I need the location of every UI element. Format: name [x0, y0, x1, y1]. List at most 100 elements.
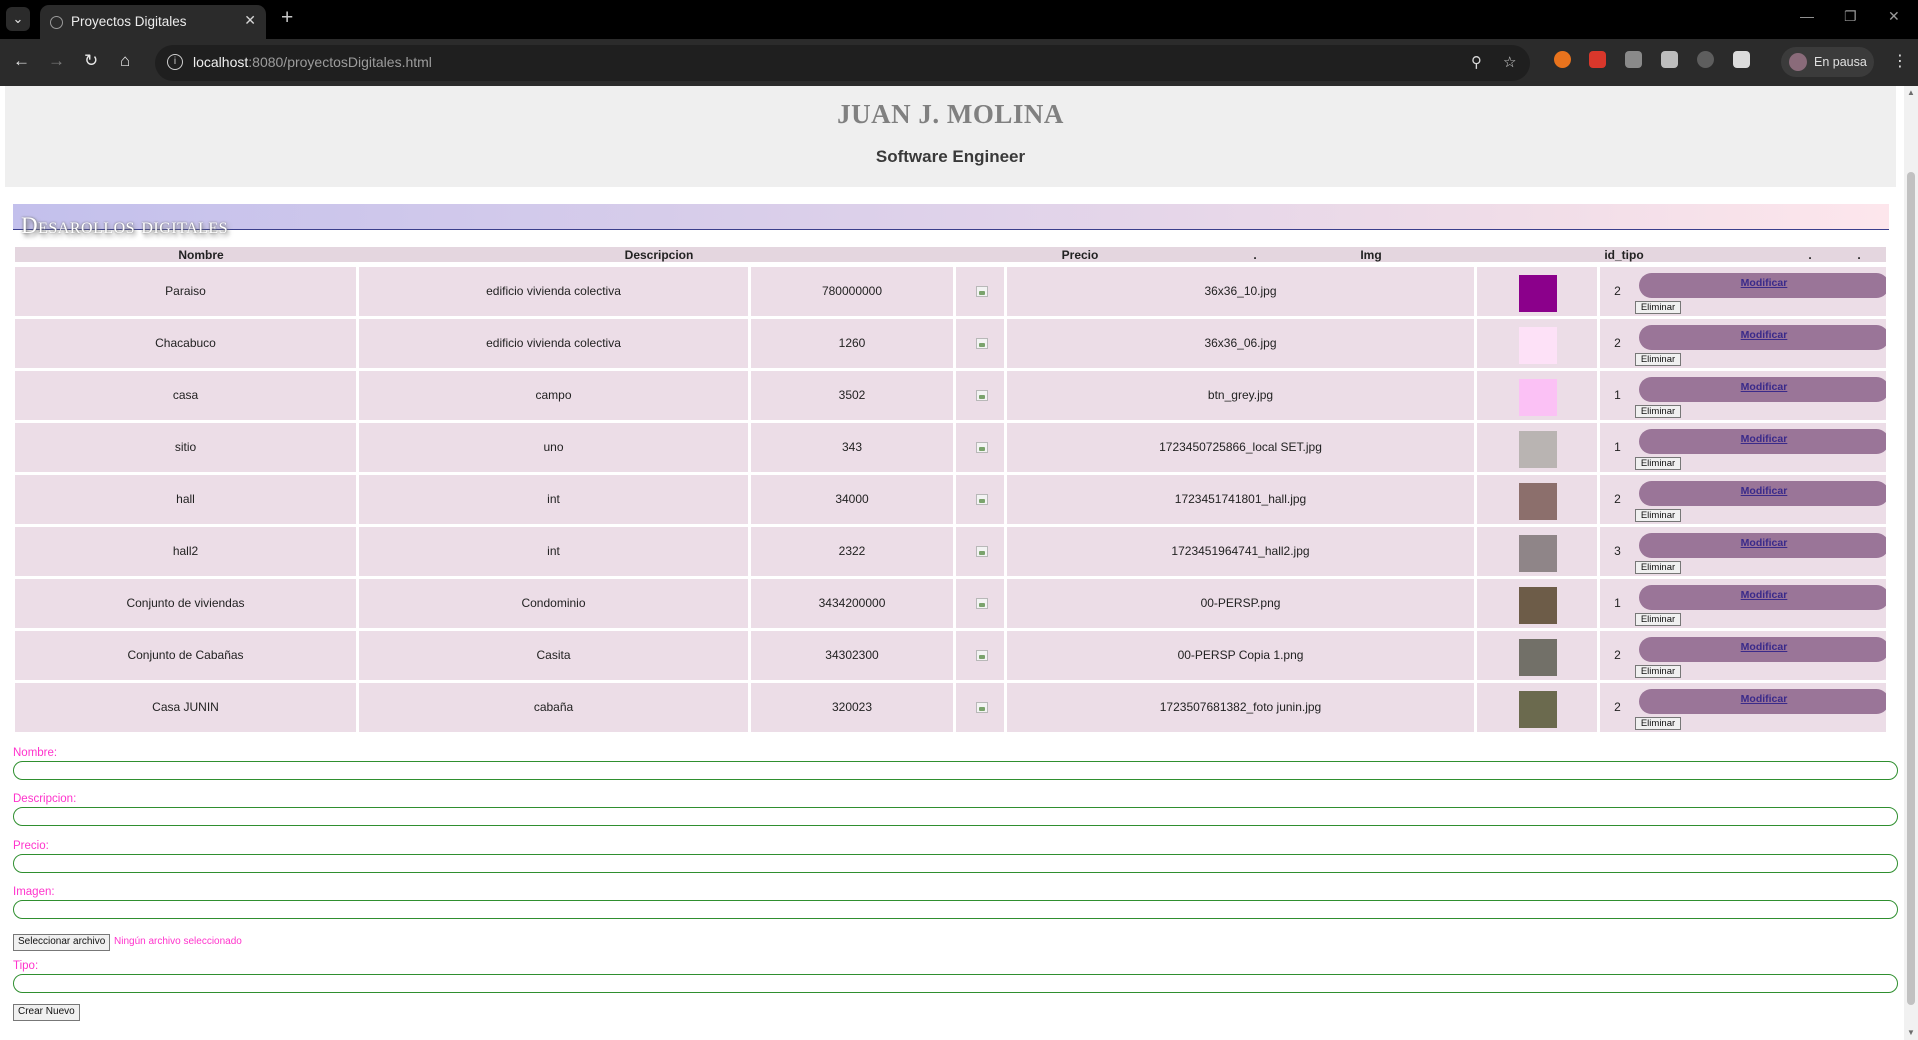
cell-actions: Modificar Eliminar [1635, 631, 1886, 680]
modify-button[interactable]: Modificar [1639, 481, 1886, 506]
file-status-text: Ningún archivo seleccionado [114, 936, 242, 947]
column-header-dot-2: . [1808, 248, 1812, 262]
site-info-icon[interactable]: i [167, 54, 183, 70]
cell-nombre: Chacabuco [15, 319, 356, 368]
delete-button[interactable]: Eliminar [1635, 665, 1681, 678]
extensions-puzzle-icon[interactable] [1733, 51, 1750, 68]
modify-button[interactable]: Modificar [1639, 533, 1886, 558]
restore-window-icon[interactable]: ❐ [1844, 8, 1857, 25]
cell-actions: Modificar Eliminar [1635, 267, 1886, 316]
cell-image-preview [956, 319, 1004, 368]
page-scrollbar[interactable]: ▲ ▼ [1904, 86, 1918, 1040]
forward-arrow-icon[interactable]: → [48, 51, 65, 71]
address-url[interactable]: localhost:8080/proyectosDigitales.html [193, 54, 432, 70]
descripcion-input[interactable] [13, 807, 1898, 826]
cell-nombre: Casa JUNIN [15, 683, 356, 732]
profile-button[interactable]: En pausa [1781, 47, 1874, 77]
scroll-up-arrow-icon[interactable]: ▲ [1907, 88, 1915, 97]
column-header-img: Img [1360, 248, 1382, 262]
cell-image-preview [956, 475, 1004, 524]
broken-image-icon [976, 286, 988, 297]
cell-nombre: Paraiso [15, 267, 356, 316]
extension-shield-icon[interactable] [1589, 51, 1606, 68]
table-header: Nombre Descripcion Precio . Img id_tipo … [15, 247, 1886, 262]
back-arrow-icon[interactable]: ← [13, 51, 30, 71]
delete-button[interactable]: Eliminar [1635, 613, 1681, 626]
cell-img-filename: 1723451741801_hall.jpg [1007, 475, 1474, 524]
extension-circle-icon[interactable] [1697, 51, 1714, 68]
delete-button[interactable]: Eliminar [1635, 717, 1681, 730]
tab-search-dropdown-icon[interactable]: ⌄ [6, 7, 30, 31]
cell-image-preview [956, 683, 1004, 732]
cell-thumbnail [1477, 319, 1597, 368]
table-row: sitio uno 343 1723450725866_local SET.jpg 1 M… [15, 423, 1886, 472]
cell-actions: Modificar Eliminar [1635, 319, 1886, 368]
cell-img-filename: btn_grey.jpg [1007, 371, 1474, 420]
cell-image-preview [956, 579, 1004, 628]
project-thumbnail [1519, 483, 1557, 520]
nombre-input[interactable] [13, 761, 1898, 780]
zoom-icon[interactable]: ⚲ [1471, 53, 1482, 71]
extension-rss-icon[interactable] [1554, 51, 1571, 68]
cell-id-tipo: 1 [1600, 579, 1635, 628]
delete-button[interactable]: Eliminar [1635, 405, 1681, 418]
cell-descripcion: edificio vivienda colectiva [359, 267, 748, 316]
precio-input[interactable] [13, 854, 1898, 873]
cell-actions: Modificar Eliminar [1635, 527, 1886, 576]
modify-button[interactable]: Modificar [1639, 273, 1886, 298]
reload-icon[interactable]: ↻ [84, 51, 98, 71]
choose-file-button[interactable]: Seleccionar archivo [13, 934, 111, 951]
modify-button[interactable]: Modificar [1639, 325, 1886, 350]
project-thumbnail [1519, 379, 1557, 416]
modify-button[interactable]: Modificar [1639, 429, 1886, 454]
scrollbar-thumb[interactable] [1907, 172, 1915, 1005]
imagen-input[interactable] [13, 900, 1898, 919]
modify-button[interactable]: Modificar [1639, 377, 1886, 402]
cell-image-preview [956, 371, 1004, 420]
browser-toolbar: ← → ↻ ⌂ i localhost:8080/proyectosDigita… [0, 39, 1918, 86]
extension-print-icon[interactable] [1661, 51, 1678, 68]
cell-img-filename: 36x36_06.jpg [1007, 319, 1474, 368]
new-tab-plus-icon[interactable]: + [281, 6, 293, 30]
column-header-dot-3: . [1857, 248, 1861, 262]
delete-button[interactable]: Eliminar [1635, 353, 1681, 366]
table-row: Conjunto de viviendas Condominio 343420000… [15, 579, 1886, 628]
create-new-button[interactable]: Crear Nuevo [13, 1004, 80, 1021]
close-window-icon[interactable]: ✕ [1888, 8, 1900, 25]
scroll-down-arrow-icon[interactable]: ▼ [1907, 1028, 1915, 1037]
table-row: Conjunto de Cabañas Casita 34302300 00-PERS… [15, 631, 1886, 680]
project-thumbnail [1519, 639, 1557, 676]
cell-id-tipo: 2 [1600, 319, 1635, 368]
page-viewport: JUAN J. MOLINA Software Engineer Desarol… [0, 86, 1918, 1040]
delete-button[interactable]: Eliminar [1635, 509, 1681, 522]
cell-img-filename: 1723450725866_local SET.jpg [1007, 423, 1474, 472]
delete-button[interactable]: Eliminar [1635, 457, 1681, 470]
cell-nombre: hall2 [15, 527, 356, 576]
cell-nombre: Conjunto de Cabañas [15, 631, 356, 680]
cell-descripcion: uno [359, 423, 748, 472]
bookmark-star-icon[interactable]: ☆ [1503, 53, 1516, 71]
cell-img-filename: 1723451964741_hall2.jpg [1007, 527, 1474, 576]
cell-actions: Modificar Eliminar [1635, 475, 1886, 524]
minimize-window-icon[interactable]: — [1800, 8, 1814, 24]
tipo-input[interactable] [13, 974, 1898, 993]
browser-tab-active[interactable]: Proyectos Digitales ✕ [40, 5, 266, 39]
delete-button[interactable]: Eliminar [1635, 561, 1681, 574]
extension-dropbox-icon[interactable] [1625, 51, 1642, 68]
broken-image-icon [976, 546, 988, 557]
cell-descripcion: edificio vivienda colectiva [359, 319, 748, 368]
descripcion-label: Descripcion: [13, 793, 77, 805]
tab-close-icon[interactable]: ✕ [244, 12, 256, 29]
delete-button[interactable]: Eliminar [1635, 301, 1681, 314]
browser-menu-icon[interactable]: ⋮ [1892, 51, 1908, 71]
cell-img-filename: 00-PERSP.png [1007, 579, 1474, 628]
modify-button[interactable]: Modificar [1639, 689, 1886, 714]
profile-avatar [1789, 53, 1807, 71]
address-bar[interactable]: i localhost:8080/proyectosDigitales.html… [155, 45, 1530, 81]
cell-precio: 34302300 [751, 631, 953, 680]
cell-descripcion: int [359, 527, 748, 576]
home-icon[interactable]: ⌂ [120, 51, 130, 71]
modify-button[interactable]: Modificar [1639, 637, 1886, 662]
cell-descripcion: Casita [359, 631, 748, 680]
modify-button[interactable]: Modificar [1639, 585, 1886, 610]
